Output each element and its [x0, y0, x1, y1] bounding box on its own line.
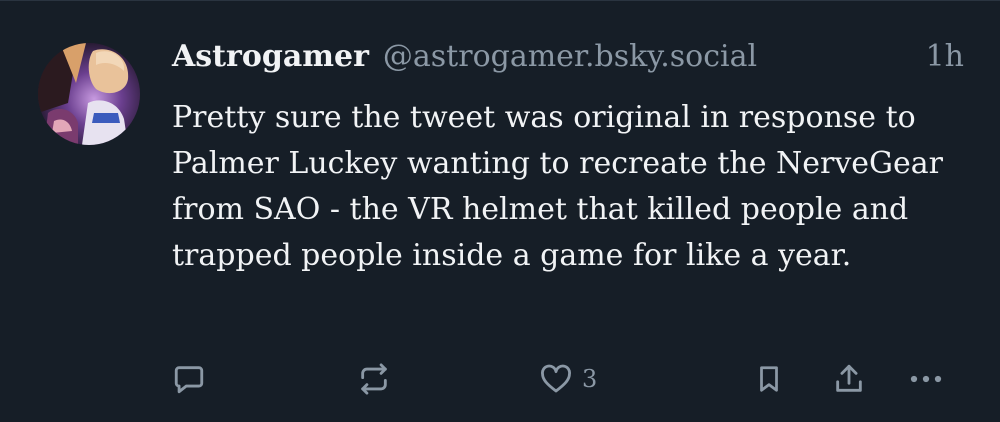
repost-arrows-icon: [361, 363, 387, 395]
ellipsis-icon: [910, 375, 942, 383]
repost-button[interactable]: [357, 357, 391, 401]
post-header: Astrogamer @astrogamer.bsky.social 1h: [172, 39, 964, 85]
like-button[interactable]: 3: [538, 357, 597, 401]
post-timestamp[interactable]: 1h: [926, 39, 964, 74]
reply-button[interactable]: [172, 357, 206, 401]
speech-bubble-icon: [174, 366, 204, 394]
author-handle[interactable]: @astrogamer.bsky.social: [383, 39, 757, 74]
share-icon: [836, 364, 862, 392]
avatar[interactable]: [38, 43, 140, 145]
bookmark-button[interactable]: [754, 357, 784, 401]
post-text: Pretty sure the tweet was original in re…: [172, 100, 943, 273]
avatar-image: [38, 43, 140, 145]
more-options-button[interactable]: [908, 357, 944, 401]
post-card[interactable]: Astrogamer @astrogamer.bsky.social 1h Pr…: [0, 0, 1000, 422]
bookmark-icon: [760, 366, 778, 392]
heart-icon: [541, 364, 571, 393]
post-actions: 3: [172, 357, 972, 401]
share-button[interactable]: [832, 357, 866, 401]
author-display-name[interactable]: Astrogamer: [172, 39, 369, 74]
like-count: 3: [582, 365, 598, 393]
